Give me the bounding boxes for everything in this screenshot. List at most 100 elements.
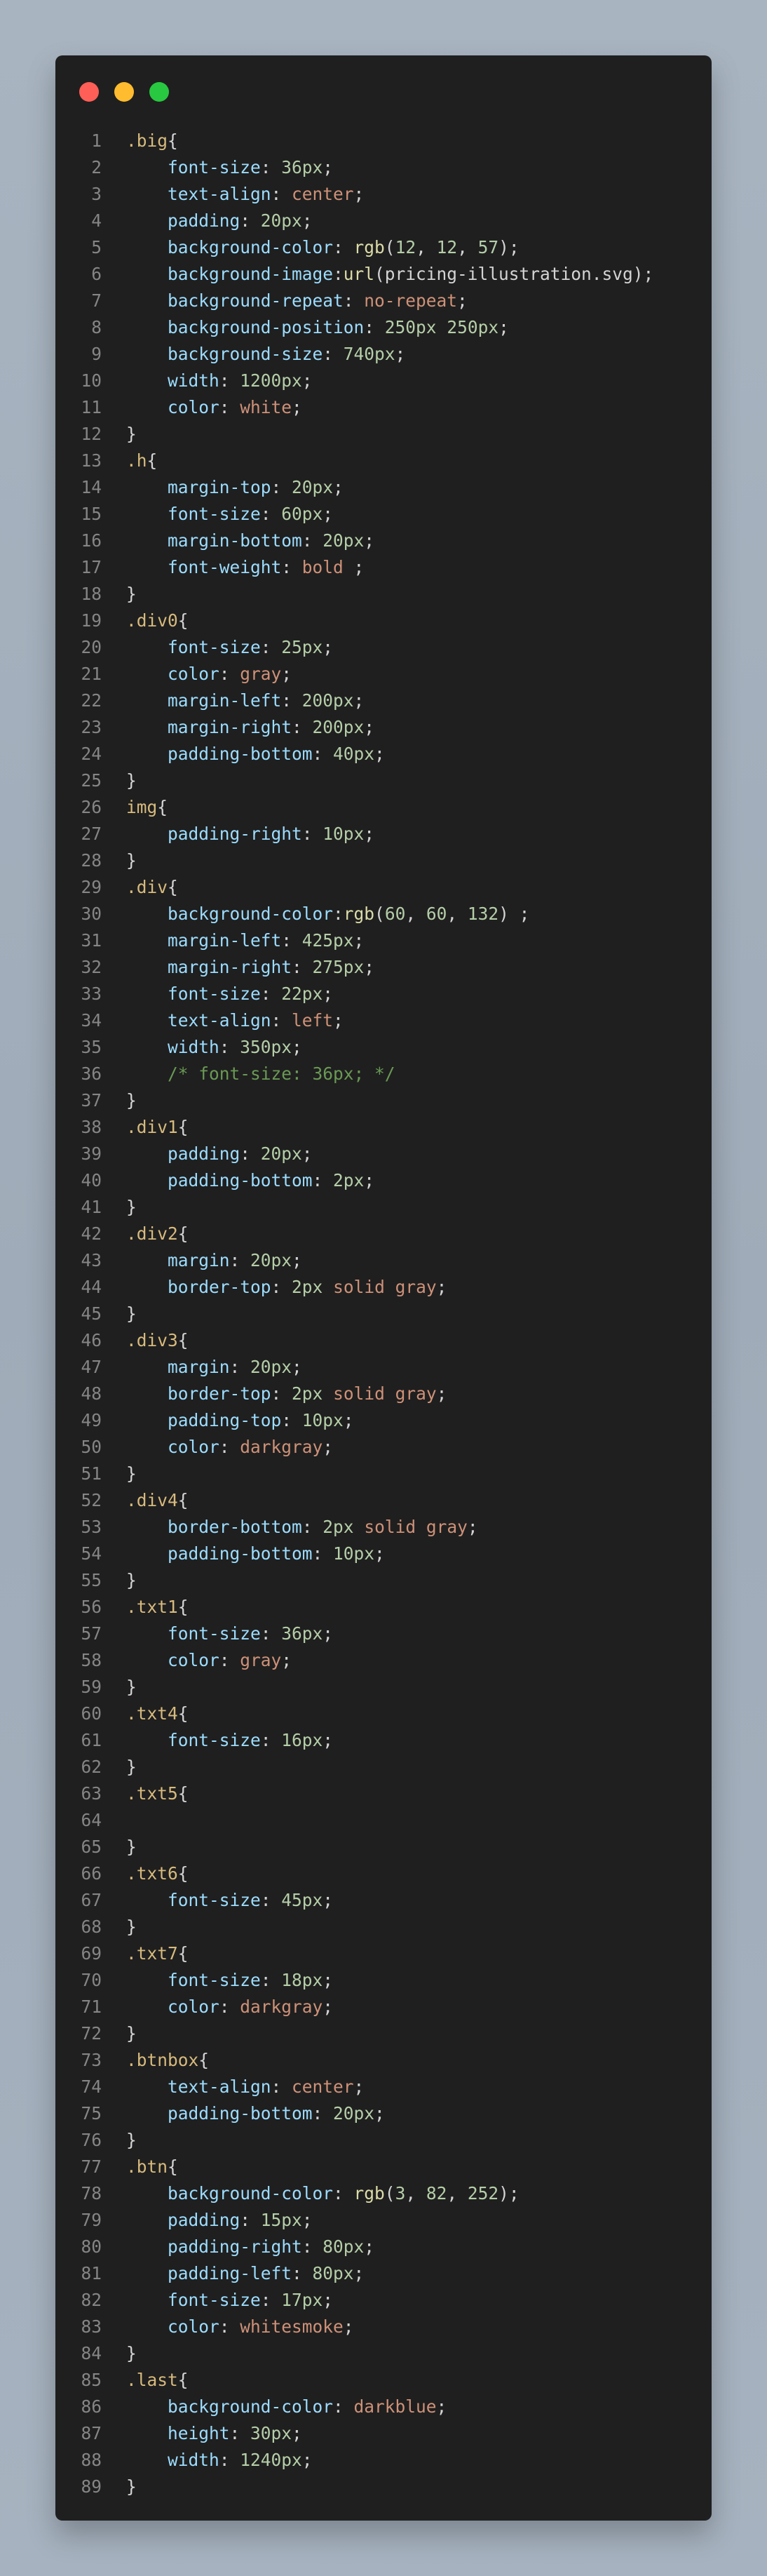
code-token-property: text-align [126,1010,271,1031]
minimize-button[interactable] [114,82,134,102]
code-token-punct: : [229,1357,251,1377]
code-token-punct: : [219,370,240,391]
code-token-punct: ; [364,1170,375,1190]
code-token-number: 200px [301,690,354,711]
code-line: 11 color: white; [55,394,712,421]
code-token-punct: : [301,530,323,551]
line-number: 83 [81,2316,102,2337]
code-token-number: 350px [240,1037,292,1057]
code-token-punct: : [281,930,302,951]
code-text: background-color: darkblue; [126,2394,447,2420]
code-token-property: background-size [126,344,323,364]
code-token-punct: { [177,2370,189,2390]
code-token-punct: : [333,264,344,284]
code-line: 29 .div{ [55,874,712,901]
code-token-property: background-repeat [126,290,344,311]
code-text: padding-bottom: 40px; [126,741,385,767]
code-text: margin: 20px; [126,1354,302,1381]
code-token-property: padding-bottom [126,1170,313,1190]
code-token-punct: : [229,2423,251,2443]
code-text: .div1{ [126,1114,189,1141]
code-token-selector: .div3 [126,1330,178,1350]
line-number: 7 [91,290,102,311]
close-button[interactable] [79,82,99,102]
code-token-number: 275px [312,957,365,977]
code-token-punct: : [312,744,334,764]
code-line: 74 text-align: center; [55,2074,712,2100]
code-token-punct: : [333,2183,354,2203]
line-number: 29 [81,877,102,897]
code-text: height: 30px; [126,2420,302,2447]
code-token-punct: : [260,504,282,524]
line-number: 17 [81,557,102,577]
code-token-punct: : [219,1650,240,1670]
code-line: 51} [55,1461,712,1487]
code-token-property: margin-left [126,930,282,951]
code-token-punct: ; [323,1437,334,1457]
code-token-punct: : [260,1623,282,1644]
code-token-function: rgb [353,237,385,257]
code-token-punct: : [260,157,282,177]
code-line: 7 background-repeat: no-repeat; [55,288,712,314]
code-text: } [126,767,137,794]
code-token-punct: ; [323,2290,334,2310]
code-text: margin-left: 200px; [126,687,364,714]
code-token-punct: : [260,637,282,657]
maximize-button[interactable] [149,82,169,102]
code-token-number: 20px [323,530,365,551]
code-text: } [126,1194,137,1221]
code-token-punct: ; [292,1037,302,1057]
line-number: 41 [81,1197,102,1217]
code-token-punct: : [271,1383,292,1404]
line-number: 39 [81,1143,102,1164]
code-token-number: 36px [281,157,323,177]
code-window: 1 .big{2 font-size: 36px; 3 text-align: ce… [55,55,712,2521]
code-token-punct: : [260,984,282,1004]
code-text: width: 350px; [126,1034,302,1061]
code-line: 73 .btnbox{ [55,2047,712,2074]
code-text: font-size: 36px; [126,1621,333,1647]
code-token-value: gray [240,1650,282,1670]
code-text: margin-left: 425px; [126,927,364,954]
line-number: 5 [91,237,102,257]
code-token-number: 132 [467,904,499,924]
code-token-property: font-weight [126,557,282,577]
code-token-selector: img [126,797,158,817]
code-line: 24 padding-bottom: 40px; [55,741,712,767]
code-text: text-align: left; [126,1007,344,1034]
line-number: 75 [81,2103,102,2124]
code-text: margin-right: 275px; [126,954,374,981]
code-text: font-size: 18px; [126,1967,333,1994]
code-line: 48 border-top: 2px solid gray; [55,1381,712,1407]
code-token-punct: { [198,2050,210,2070]
code-token-punct: : [260,1730,282,1750]
code-token-punct: : [292,717,313,737]
line-number: 8 [91,317,102,337]
code-block[interactable]: 1 .big{2 font-size: 36px; 3 text-align: ce… [55,128,712,2500]
code-token-number: 740px [343,344,395,364]
code-token-punct: ; [364,2236,375,2257]
code-token-punct: ; [323,637,334,657]
line-number: 15 [81,504,102,524]
code-text: .btnbox{ [126,2047,209,2074]
code-text: padding-bottom: 2px; [126,1167,374,1194]
code-text: } [126,2474,137,2500]
code-token-property: font-size [126,2290,261,2310]
code-token-punct: ; [395,344,406,364]
code-token-selector: .div4 [126,1490,178,1510]
code-token-punct: ; [364,824,375,844]
code-token-value: bold [301,557,344,577]
code-line: 83 color: whitesmoke; [55,2314,712,2340]
code-line: 15 font-size: 60px; [55,501,712,528]
code-text: color: gray; [126,661,292,687]
code-token-value: darkgray [240,1997,323,2017]
line-number: 50 [81,1437,102,1457]
code-text: .btn{ [126,2154,178,2180]
code-line: 25} [55,767,712,794]
code-token-selector: .div2 [126,1223,178,1244]
code-token-punct: : [240,210,261,231]
code-token-property: padding-top [126,1410,282,1430]
code-line: 57 font-size: 36px; [55,1621,712,1647]
code-token-punct: : [333,2396,354,2417]
code-token-punct: ; [301,2450,313,2470]
